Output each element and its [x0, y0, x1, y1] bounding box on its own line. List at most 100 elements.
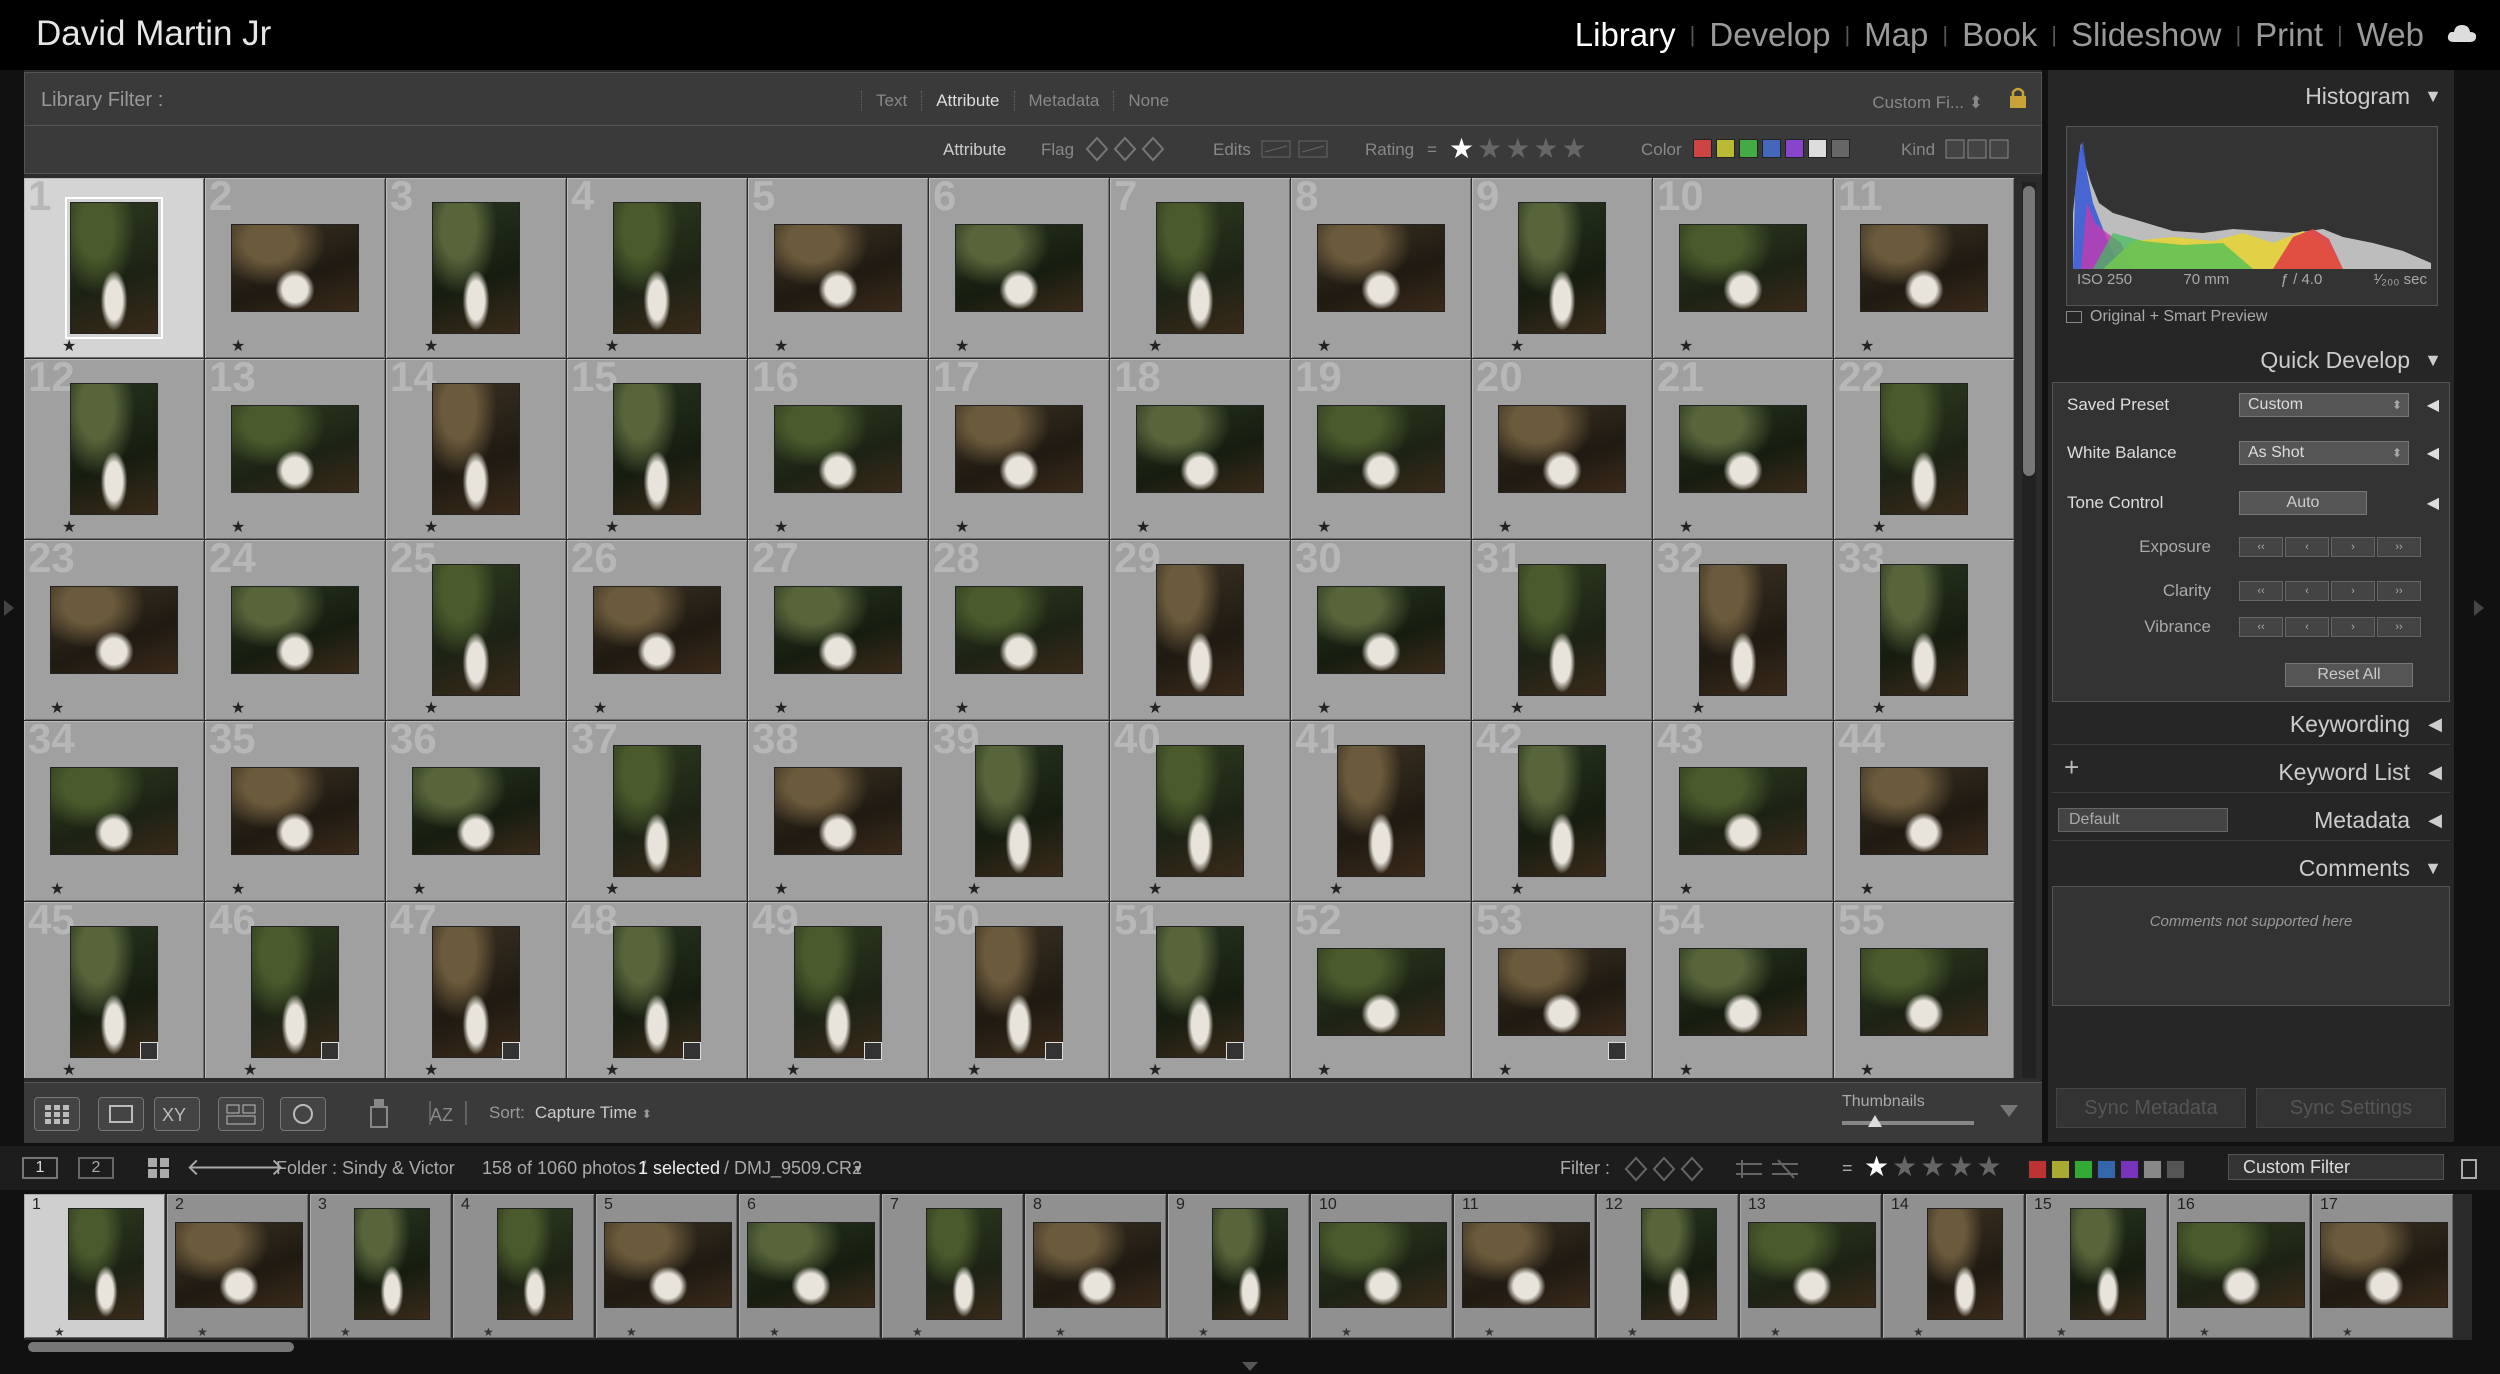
photo-thumbnail[interactable] [251, 926, 339, 1058]
vibrance-steps[interactable]: ‹‹ ‹ › ›› [2239, 617, 2423, 637]
module-book[interactable]: Book [1948, 16, 2051, 54]
grid-cell[interactable]: 34 ★ [24, 721, 204, 901]
people-view-button[interactable] [280, 1097, 326, 1131]
preview-status[interactable]: Original + Smart Preview [2066, 308, 2267, 326]
filmstrip-thumbnail[interactable] [1748, 1222, 1876, 1308]
color-swatch-6[interactable] [2143, 1159, 2162, 1179]
filmstrip-scrollbar[interactable] [28, 1342, 294, 1352]
filter-tab-attribute[interactable]: Attribute [921, 91, 1013, 111]
kind-filter-icons[interactable] [1945, 138, 2009, 160]
grid-cell[interactable]: 32 ★ [1653, 540, 1833, 720]
photo-thumbnail[interactable] [794, 926, 882, 1058]
photo-thumbnail[interactable] [70, 926, 158, 1058]
grid-cell[interactable]: 10 ★ [1653, 178, 1833, 358]
expand-right-icon[interactable] [2474, 600, 2484, 616]
filmstrip-cell[interactable]: 10 ★ [1311, 1194, 1452, 1339]
clarity-steps[interactable]: ‹‹ ‹ › ›› [2239, 581, 2423, 601]
photo-thumbnail[interactable] [65, 197, 163, 339]
grid-cell[interactable]: 29 ★ [1110, 540, 1290, 720]
cloud-sync-icon[interactable] [2446, 22, 2478, 44]
grid-cell[interactable]: 53 ★ [1472, 902, 1652, 1078]
photo-thumbnail[interactable] [593, 586, 721, 674]
photo-thumbnail[interactable] [613, 926, 701, 1058]
filmstrip-thumbnail[interactable] [2070, 1208, 2146, 1320]
filmstrip-thumbnail[interactable] [1319, 1222, 1447, 1308]
photo-thumbnail[interactable] [1156, 745, 1244, 877]
module-web[interactable]: Web [2343, 16, 2438, 54]
photo-thumbnail[interactable] [955, 224, 1083, 312]
grid-cell[interactable]: 1 ★ [24, 178, 204, 358]
grid-cell[interactable]: 17 ★ [929, 359, 1109, 539]
grid-cell[interactable]: 40 ★ [1110, 721, 1290, 901]
grid-cell[interactable]: 30 ★ [1291, 540, 1471, 720]
grid-cell[interactable]: 50 ★ [929, 902, 1109, 1078]
color-swatch-1[interactable] [1693, 139, 1712, 159]
photo-thumbnail[interactable] [1317, 224, 1445, 312]
photo-thumbnail[interactable] [231, 767, 359, 855]
main-screen-button[interactable]: 1 [22, 1156, 58, 1179]
flag-filter-icon[interactable] [1085, 136, 1165, 162]
filename-menu-icon[interactable]: ▼ [852, 1162, 864, 1176]
photo-thumbnail[interactable] [613, 383, 701, 515]
grid-cell[interactable]: 5 ★ [748, 178, 928, 358]
color-swatch-3[interactable] [1739, 139, 1758, 159]
module-develop[interactable]: Develop [1695, 16, 1844, 54]
rating-operator[interactable]: = [1842, 1158, 1853, 1179]
color-label-filter[interactable] [2028, 1158, 2189, 1179]
filmstrip-cell[interactable]: 6 ★ [739, 1194, 880, 1339]
custom-filter-dropdown[interactable]: Custom Filter [2228, 1154, 2444, 1180]
histogram-header[interactable]: Histogram ▼ [2048, 74, 2454, 118]
photo-thumbnail[interactable] [231, 586, 359, 674]
photo-thumbnail[interactable] [1518, 564, 1606, 696]
filmstrip-cell[interactable]: 11 ★ [1454, 1194, 1595, 1339]
photo-thumbnail[interactable] [432, 202, 520, 334]
rating-star-5[interactable]: ★ [1561, 133, 1586, 164]
grid-cell[interactable]: 28 ★ [929, 540, 1109, 720]
filmstrip-thumbnail[interactable] [2177, 1222, 2305, 1308]
photo-thumbnail[interactable] [1136, 405, 1264, 493]
thumbnail-size-slider[interactable] [1842, 1115, 1974, 1127]
photo-thumbnail[interactable] [1679, 405, 1807, 493]
photo-thumbnail[interactable] [1337, 745, 1425, 877]
right-panel-edge[interactable] [2460, 70, 2500, 1142]
keyword-list-header[interactable]: Keyword List ◀ [2048, 750, 2454, 794]
grid-cell[interactable]: 44 ★ [1834, 721, 2014, 901]
filmstrip-thumbnail[interactable] [747, 1222, 875, 1308]
grid-cell[interactable]: 11 ★ [1834, 178, 2014, 358]
sort-control[interactable]: Sort: Capture Time ⬍ [489, 1103, 652, 1123]
photo-thumbnail[interactable] [955, 586, 1083, 674]
photo-thumbnail[interactable] [613, 745, 701, 877]
filmstrip-thumbnail[interactable] [604, 1222, 732, 1308]
filmstrip-thumbnail[interactable] [68, 1208, 144, 1320]
photo-thumbnail[interactable] [1679, 767, 1807, 855]
color-swatch-2[interactable] [1716, 139, 1735, 159]
rating-star-5[interactable]: ★ [1976, 1151, 2001, 1182]
grid-cell[interactable]: 24 ★ [205, 540, 385, 720]
grid-cell[interactable]: 7 ★ [1110, 178, 1290, 358]
auto-tone-button[interactable]: Auto [2239, 491, 2367, 515]
filmstrip-thumbnail[interactable] [354, 1208, 430, 1320]
color-swatch-4[interactable] [1762, 139, 1781, 159]
photo-thumbnail[interactable] [774, 224, 902, 312]
grid-cell[interactable]: 3 ★ [386, 178, 566, 358]
filter-tab-text[interactable]: Text [861, 91, 921, 111]
forward-arrow-icon[interactable]: 🡒 [220, 1152, 284, 1182]
grid-cell[interactable]: 18 ★ [1110, 359, 1290, 539]
filmstrip-cell[interactable]: 17 ★ [2312, 1194, 2453, 1339]
grid-cell[interactable]: 13 ★ [205, 359, 385, 539]
filmstrip-cell[interactable]: 7 ★ [882, 1194, 1023, 1339]
filmstrip-cell[interactable]: 15 ★ [2026, 1194, 2167, 1339]
filmstrip-cell[interactable]: 4 ★ [453, 1194, 594, 1339]
toolbar-menu-icon[interactable] [2000, 1105, 2018, 1117]
comments-header[interactable]: Comments ▼ [2048, 846, 2454, 890]
photo-thumbnail[interactable] [1679, 224, 1807, 312]
photo-thumbnail[interactable] [1860, 224, 1988, 312]
grid-cell[interactable]: 8 ★ [1291, 178, 1471, 358]
thumbnail-slider-knob[interactable] [1868, 1115, 1882, 1127]
grid-cell[interactable]: 52 ★ [1291, 902, 1471, 1078]
selected-filename[interactable]: / DMJ_9509.CR2 [724, 1158, 862, 1179]
grid-cell[interactable]: 2 ★ [205, 178, 385, 358]
photo-thumbnail[interactable] [1317, 586, 1445, 674]
grid-scrollbar-thumb[interactable] [2023, 186, 2035, 476]
grid-cell[interactable]: 54 ★ [1653, 902, 1833, 1078]
